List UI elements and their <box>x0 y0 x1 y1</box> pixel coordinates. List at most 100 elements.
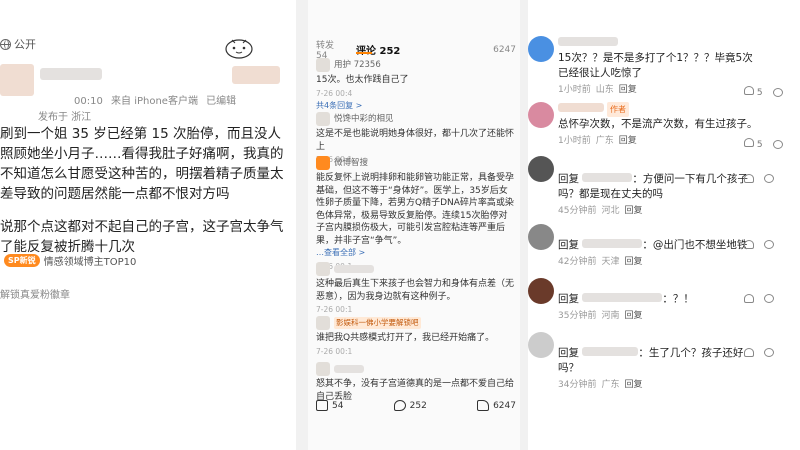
post-body: 刷到一个姐 35 岁已经第 15 次胎停，而且没人照顾她坐小月子……看得我肚子好… <box>0 124 294 270</box>
edited-label[interactable]: 已编辑 <box>206 96 236 107</box>
comment-text: @出门也不想坐地铁 <box>652 239 748 251</box>
comment-count: 252 <box>409 400 427 411</box>
like-count: 5 <box>756 140 763 150</box>
author-redacted <box>334 265 374 273</box>
tab-likes[interactable]: 6247 <box>493 45 516 55</box>
comment-item: 用护 72356 15次。也太作践自己了 7-26 00:4 共4条回复 > <box>316 58 516 113</box>
author-redacted <box>334 365 364 373</box>
comment-item: 微博智搜 能反复怀上说明排卵和能卵管功能正常，具备受孕基础，但这不等于“身体好”… <box>316 156 516 273</box>
comment-text: 这种最后真生下来孩子也会智力和身体有点差（无恶意），因为我身边就有这种例子。 <box>316 279 515 302</box>
comment-author[interactable]: 微博智搜 <box>334 157 368 170</box>
avatar[interactable] <box>316 112 330 126</box>
author-redacted[interactable] <box>558 37 618 46</box>
badge-pill: SP新锐 <box>4 254 40 267</box>
reply-button[interactable]: 回复 <box>624 257 642 267</box>
avatar[interactable] <box>528 156 554 182</box>
avatar[interactable] <box>316 58 330 72</box>
avatar[interactable] <box>528 278 554 304</box>
tab-comments[interactable]: 评论 252 <box>356 42 400 57</box>
reply-button[interactable]: 回复 <box>619 136 637 146</box>
thumb-up-icon <box>477 400 490 411</box>
comments-panel: 转发 54 评论 252 6247 用护 72356 15次。也太作践自己了 7… <box>308 0 520 450</box>
avatar[interactable] <box>528 102 554 128</box>
heart-icon <box>744 138 754 147</box>
mention-redacted[interactable] <box>582 293 663 302</box>
like-count: 6247 <box>493 400 516 411</box>
heart-icon[interactable] <box>744 240 754 249</box>
avatar[interactable] <box>316 262 330 276</box>
repost-count: 54 <box>332 400 344 411</box>
heart-icon[interactable] <box>744 294 754 303</box>
post-paragraph: 说那个点这都对不起自己的子宫，这子宫太争气了能反复被折腾十几次 <box>0 219 284 255</box>
tab-underline <box>356 52 372 54</box>
mention-redacted[interactable] <box>582 239 643 248</box>
avatar[interactable] <box>528 332 554 358</box>
comment-text: 能反复怀上说明排卵和能卵管功能正常，具备受孕基础，但这不等于“身体好”。医学上，… <box>316 173 515 246</box>
reply-prefix: 回复 <box>558 173 579 185</box>
avatar[interactable] <box>0 64 34 96</box>
like-button[interactable]: 6247 <box>477 400 516 411</box>
view-replies-link[interactable]: 共4条回复 > <box>316 100 516 113</box>
comment-time: 7-26 00:4 <box>316 88 353 98</box>
comment-location: 河南 <box>601 311 620 321</box>
comment-author[interactable]: 用护 72356 <box>334 59 381 72</box>
comment-location: 广东 <box>601 380 620 390</box>
like-count: 5 <box>756 88 763 98</box>
comment-text: 总怀孕次数，不是流产次数，有生过孩子。 <box>558 118 758 130</box>
comment-icon[interactable] <box>772 87 783 97</box>
comment-time: 45分钟前 <box>558 206 597 216</box>
visibility-indicator[interactable]: 公开 <box>0 36 36 52</box>
mention-redacted[interactable] <box>582 347 639 356</box>
globe-icon <box>0 38 11 50</box>
reply-button[interactable]: 回复 <box>624 380 642 390</box>
avatar[interactable] <box>528 224 554 250</box>
action-bar: 54 252 6247 <box>316 400 516 411</box>
reply-button[interactable]: 回复 <box>624 206 642 216</box>
post-meta: 00:10 来自 iPhone客户端 已编辑 <box>74 92 241 107</box>
redacted-block <box>232 66 280 84</box>
comment-time: 42分钟前 <box>558 257 597 267</box>
post-location: 发布于 浙江 <box>38 112 92 123</box>
comment-text: 谁把我Q共感模式打开了，我已经开始痛了。 <box>316 333 495 343</box>
avatar[interactable] <box>316 362 330 376</box>
comment-button[interactable]: 252 <box>393 400 427 411</box>
heart-icon[interactable] <box>744 174 754 183</box>
visibility-label: 公开 <box>14 38 36 51</box>
post-panel: 公开 00:10 来自 iPhone客户端 已编辑 发布于 浙江 刷到一个姐 3… <box>0 0 296 450</box>
like-button[interactable]: 5 <box>744 86 763 98</box>
comment-text: 15次？？是不是多打了个1？？？毕竟5次已经很让人吃惊了 <box>558 52 753 79</box>
comment-icon[interactable] <box>764 348 774 357</box>
comment-icon[interactable] <box>764 294 774 303</box>
unlock-fan-badge-link[interactable]: 解锁真爱粉徽章 <box>0 286 70 301</box>
comment-item: 这种最后真生下来孩子也会智力和身体有点差（无恶意），因为我身边就有这种例子。 7… <box>316 262 516 317</box>
comment-time: 35分钟前 <box>558 311 597 321</box>
heart-icon[interactable] <box>744 348 754 357</box>
panel-gap-2 <box>520 0 528 450</box>
comment-author[interactable]: 悦馋中彩的相见 <box>334 113 394 126</box>
view-all-link[interactable]: …查看全部 > <box>316 247 516 260</box>
comment-item: 怒其不争，没有子宫道德真的是一点都不爱自己给自己丢脸 <box>316 362 516 403</box>
avatar[interactable] <box>316 316 330 330</box>
mention-redacted[interactable] <box>582 173 633 182</box>
avatar[interactable] <box>316 156 330 170</box>
blogger-badge[interactable]: SP新锐 情感领域博主TOP10 <box>4 253 136 268</box>
like-button[interactable]: 5 <box>744 138 763 150</box>
repost-button[interactable]: 54 <box>316 400 343 411</box>
replies-panel: 15次？？是不是多打了个1？？？毕竟5次已经很让人吃惊了 1小时前 山东 回复 5 … <box>528 0 800 450</box>
reply-button[interactable]: 回复 <box>624 311 642 321</box>
panel-gap-1 <box>296 0 308 450</box>
author-redacted[interactable] <box>558 103 604 112</box>
reply-button[interactable]: 回复 <box>619 85 637 95</box>
badge-text: 情感领域博主TOP10 <box>43 257 137 268</box>
comment-text: 15次。也太作践自己了 <box>316 75 409 85</box>
comment-icon[interactable] <box>764 174 774 183</box>
comment-time: 7-26 00:1 <box>316 346 353 356</box>
comment-author[interactable]: 影娱科一佛小学要解锁吧 <box>334 316 421 330</box>
username-redacted[interactable] <box>40 68 102 80</box>
comment-icon[interactable] <box>764 240 774 249</box>
comment-location: 河北 <box>601 206 620 216</box>
comment-icon[interactable] <box>772 139 783 149</box>
reply-prefix: 回复 <box>558 347 579 359</box>
avatar[interactable] <box>528 36 554 62</box>
comment-icon <box>393 400 406 411</box>
